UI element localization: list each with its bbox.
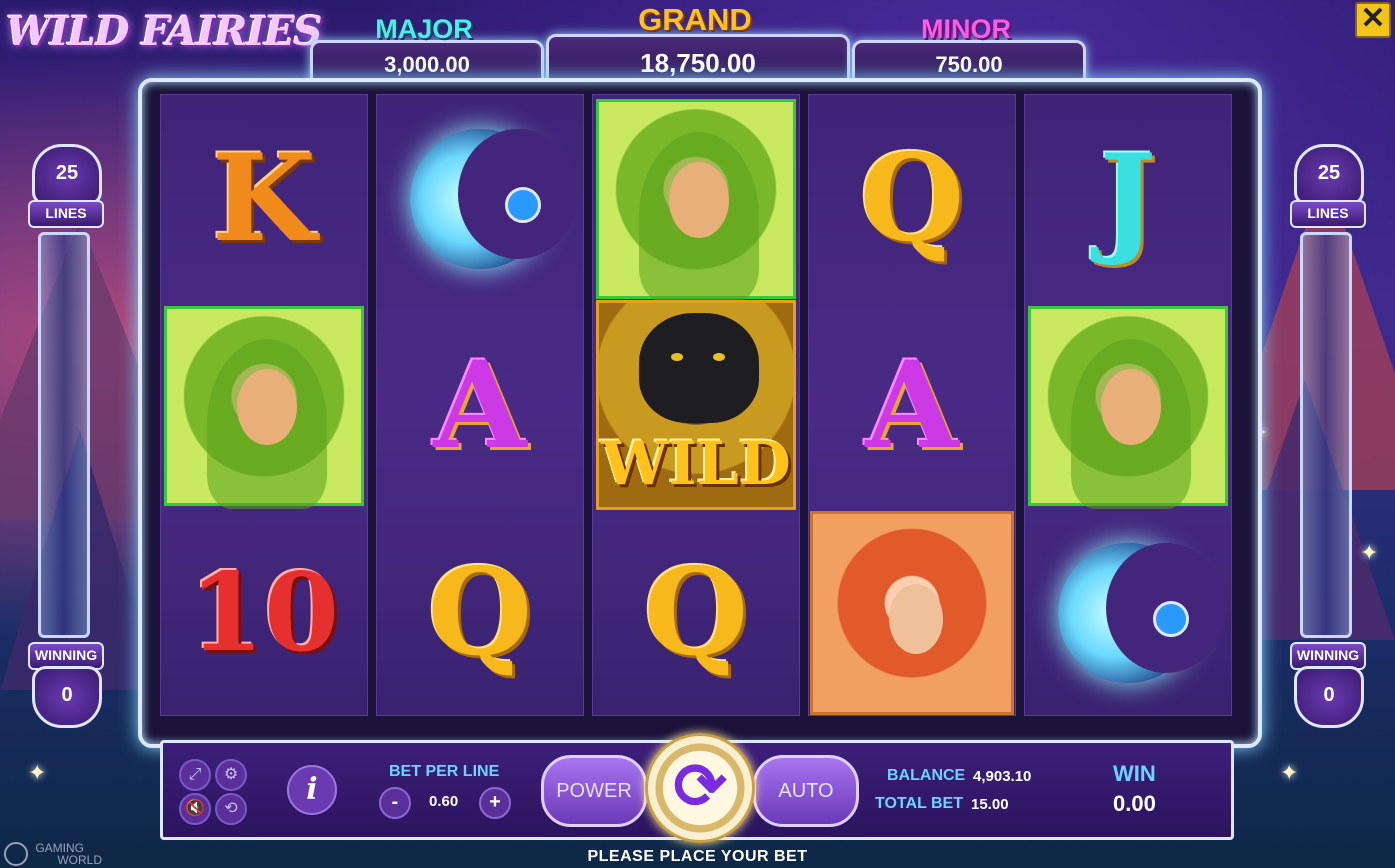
panther-wild-icon: WILD	[596, 300, 796, 510]
bet-increase-button[interactable]: +	[479, 787, 511, 819]
spin-icon: ⟳	[673, 750, 727, 822]
reels-grid: K 10 A Q WILD Q Q A J	[160, 94, 1232, 716]
bet-per-line-label: BET PER LINE	[389, 763, 500, 780]
symbol-green-fairy	[1025, 302, 1231, 509]
symbol-red-fairy	[809, 509, 1015, 716]
reel-3: WILD Q	[592, 94, 800, 716]
reel-4: Q A	[808, 94, 1016, 716]
status-message: PLEASE PLACE YOUR BET	[587, 848, 808, 865]
red-fairy-icon	[810, 510, 1014, 715]
brand-icon	[4, 842, 28, 866]
reel-2: A Q	[376, 94, 584, 716]
win-value: 0.00	[1113, 791, 1156, 816]
right-meter-tube	[1300, 232, 1352, 638]
left-lines-meter: 25 LINES WINNING 0	[18, 122, 110, 742]
settings-icon[interactable]: ⚙	[215, 759, 247, 791]
right-lines-meter: 25 LINES WINNING 0	[1280, 122, 1372, 742]
symbol-10: 10	[161, 509, 367, 716]
bet-decrease-button[interactable]: -	[379, 787, 411, 819]
fullscreen-icon[interactable]: ⤢	[179, 759, 211, 791]
wild-label: WILD	[601, 429, 791, 499]
left-meter-tube	[38, 232, 90, 638]
moon-icon	[410, 128, 578, 269]
mute-icon[interactable]: 🔇	[179, 793, 211, 825]
left-lines-label: LINES	[28, 200, 104, 228]
left-winning-count: 0	[32, 666, 102, 728]
spin-button[interactable]: ⟳	[645, 733, 755, 843]
sparkle-icon: ✦	[1280, 760, 1299, 785]
symbol-moon	[377, 95, 583, 302]
auto-button[interactable]: AUTO	[753, 755, 859, 827]
symbol-k: K	[161, 95, 367, 302]
close-button[interactable]: ✕	[1355, 2, 1391, 38]
info-button[interactable]: i	[287, 765, 337, 815]
symbol-q: Q	[377, 509, 583, 716]
reel-5: J	[1024, 94, 1232, 716]
total-bet-label: TOTAL BET	[875, 795, 963, 812]
reel-1: K 10	[160, 94, 368, 716]
power-button[interactable]: POWER	[541, 755, 647, 827]
brand-logo: GAMING WORLD	[4, 842, 102, 866]
green-fairy-icon	[164, 305, 364, 509]
sparkle-icon: ✦	[28, 760, 47, 785]
win-label: WIN	[1113, 761, 1156, 786]
grand-jackpot-label: GRAND	[638, 2, 752, 37]
symbol-j: J	[1025, 95, 1231, 302]
symbol-wild: WILD	[593, 295, 799, 515]
symbol-q-letter: Q	[643, 541, 749, 683]
history-icon[interactable]: ⟲	[215, 793, 247, 825]
right-lines-count: 25	[1294, 144, 1364, 206]
symbol-moon	[1025, 509, 1231, 716]
balance-value: 4,903.10	[973, 768, 1032, 785]
game-logo: WILD FAIRIES	[6, 8, 322, 55]
left-lines-count: 25	[32, 144, 102, 206]
moon-icon	[1058, 542, 1226, 683]
symbol-j-letter: J	[1099, 127, 1157, 269]
symbol-green-fairy	[161, 302, 367, 509]
right-winning-count: 0	[1294, 666, 1364, 728]
symbol-green-fairy	[593, 95, 799, 302]
symbol-q-letter: Q	[859, 127, 965, 269]
symbol-k-letter: K	[211, 127, 317, 269]
brand-line2: WORLD	[57, 853, 103, 867]
total-bet-value: 15.00	[971, 796, 1009, 813]
symbol-10-letter: 10	[188, 549, 340, 676]
symbol-a: A	[377, 302, 583, 509]
control-bar: ⤢ ⚙ 🔇 ⟲ i BET PER LINE - 0.60 + POWER AU…	[160, 733, 1234, 843]
minor-jackpot-label: MINOR	[921, 14, 1011, 44]
bet-per-line-value: 0.60	[429, 793, 459, 810]
major-jackpot-label: MAJOR	[375, 14, 473, 44]
symbol-q-letter: Q	[427, 541, 533, 683]
balance-label: BALANCE	[887, 767, 966, 784]
right-lines-label: LINES	[1290, 200, 1366, 228]
green-fairy-icon	[596, 98, 796, 302]
symbol-q: Q	[809, 95, 1015, 302]
symbol-a: A	[809, 302, 1015, 509]
symbol-a-letter: A	[865, 334, 959, 476]
symbol-q: Q	[593, 509, 799, 716]
symbol-a-letter: A	[433, 334, 527, 476]
green-fairy-icon	[1028, 305, 1228, 509]
